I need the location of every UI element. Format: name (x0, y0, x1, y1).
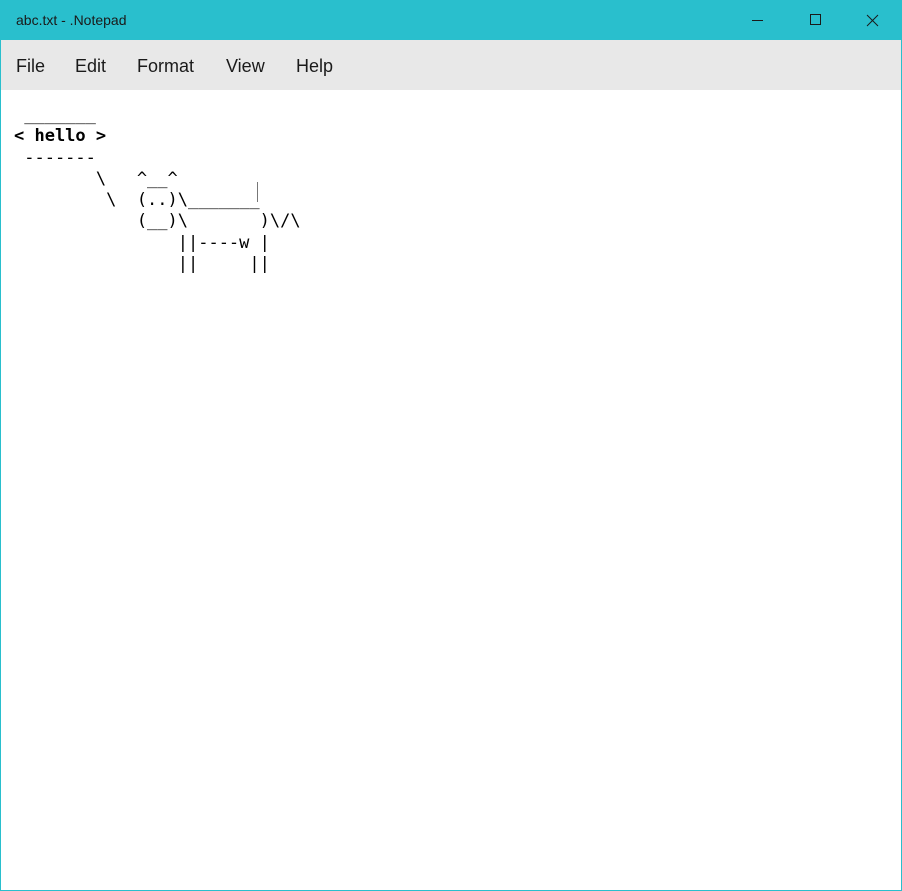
editor-line-2: < hello > (14, 126, 107, 147)
editor-line-6: (__)\ )\/\ (14, 211, 301, 232)
menu-format[interactable]: Format (137, 56, 194, 77)
menu-edit[interactable]: Edit (75, 56, 106, 77)
notepad-window: abc.txt - .Notepad File Edit Format View… (0, 0, 902, 891)
minimize-button[interactable] (729, 1, 786, 40)
close-button[interactable] (843, 1, 900, 40)
menu-view[interactable]: View (226, 56, 265, 77)
editor-line-3: ------- (14, 147, 96, 168)
text-editor[interactable]: _______ < hello > ------- \ ^__^ \ (..)\… (1, 90, 901, 890)
menu-bar: File Edit Format View Help (1, 40, 901, 90)
minimize-icon (752, 20, 763, 21)
text-caret (257, 182, 258, 202)
editor-line-1: _______ (14, 105, 96, 125)
editor-line-5: \ (..)\_______ (14, 190, 260, 211)
title-bar[interactable]: abc.txt - .Notepad (1, 1, 901, 40)
maximize-button[interactable] (786, 1, 843, 40)
close-icon (866, 14, 879, 27)
maximize-icon (810, 14, 821, 25)
editor-line-7: ||----w | (14, 232, 270, 253)
editor-line-4: \ ^__^ (14, 168, 178, 189)
window-title: abc.txt - .Notepad (16, 12, 127, 28)
menu-file[interactable]: File (16, 56, 45, 77)
menu-help[interactable]: Help (296, 56, 333, 77)
editor-line-8: || || (14, 254, 270, 275)
